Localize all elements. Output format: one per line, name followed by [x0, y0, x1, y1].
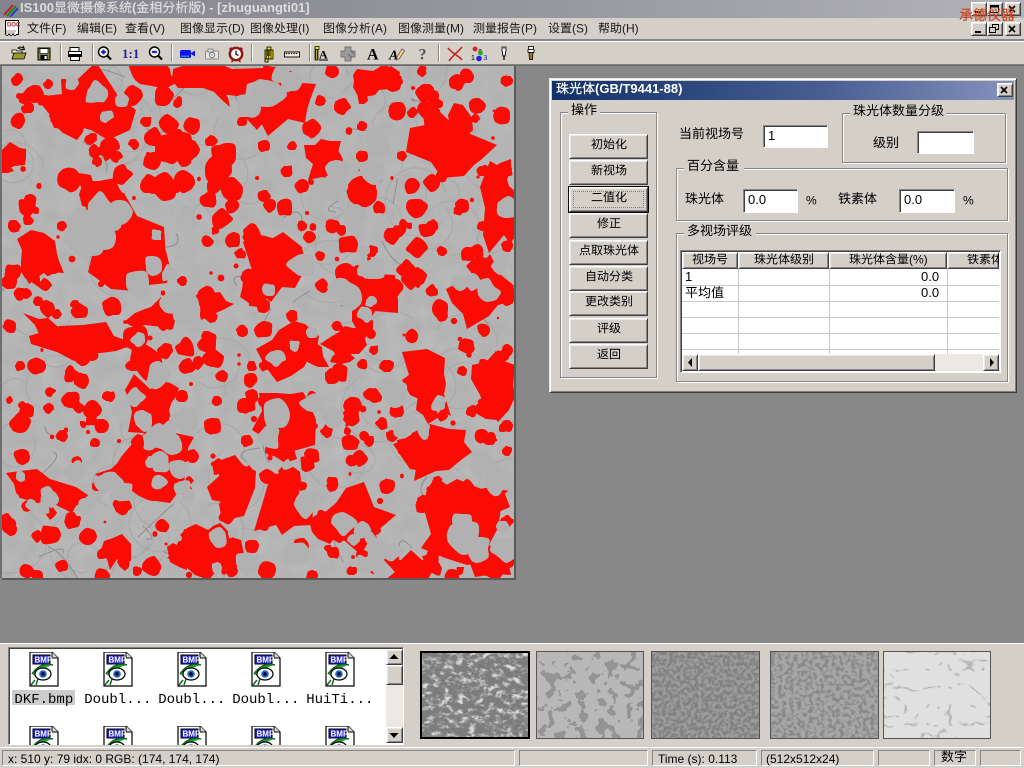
svg-text:(: (: [132, 0, 137, 15]
svg-text:1: 1: [471, 55, 475, 62]
svg-text:(M): (M): [446, 21, 464, 35]
svg-text:A: A: [319, 48, 328, 62]
svg-text:(V): (V): [149, 21, 165, 35]
svg-text:0.0: 0.0: [904, 192, 922, 207]
svg-text:3: 3: [484, 55, 488, 62]
svg-text:(I): (I): [298, 21, 309, 35]
svg-text:?: ?: [419, 47, 427, 64]
svg-text:%: %: [963, 193, 974, 207]
svg-text:(F): (F): [51, 21, 66, 35]
svg-text:0.0: 0.0: [921, 269, 939, 284]
svg-text:0.0: 0.0: [748, 192, 766, 207]
svg-text:(E): (E): [101, 21, 117, 35]
svg-text:(S): (S): [572, 21, 588, 35]
svg-text:DOC: DOC: [7, 23, 20, 29]
svg-text:1: 1: [768, 128, 775, 143]
svg-text:(P): (P): [521, 21, 537, 35]
svg-text:(H): (H): [622, 21, 639, 35]
svg-text:1:1: 1:1: [122, 46, 138, 61]
svg-text:A: A: [367, 47, 379, 64]
svg-text:IS100: IS100: [20, 0, 54, 15]
svg-text:0.0: 0.0: [921, 285, 939, 300]
svg-text:%: %: [806, 193, 817, 207]
svg-text:1: 1: [685, 269, 692, 284]
svg-text:A: A: [388, 49, 398, 64]
svg-text:(GB/T9441-88): (GB/T9441-88): [595, 81, 682, 96]
svg-text:(A): (A): [371, 21, 387, 35]
svg-text:(%): (%): [909, 252, 928, 266]
svg-text:(D): (D): [228, 21, 245, 35]
svg-text:) - [zhuguangti01]: ) - [zhuguangti01]: [201, 0, 309, 15]
